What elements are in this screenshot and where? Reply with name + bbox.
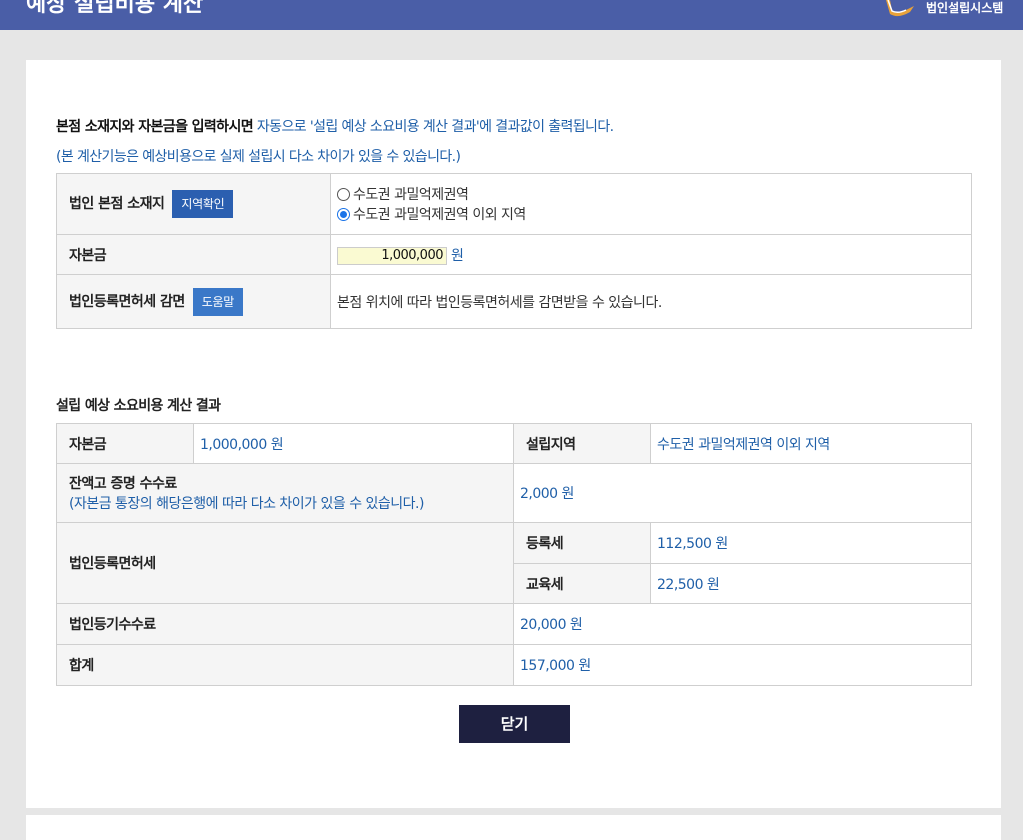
result-region-value: 수도권 과밀억제권역 이외 지역 xyxy=(650,423,972,464)
help-button[interactable]: 도움말 xyxy=(192,287,244,316)
page-title: 예상 설립비용 계산 xyxy=(26,0,204,17)
registry-fee-label: 법인등기수수료 xyxy=(56,603,514,645)
intro-bold: 본점 소재지와 자본금을 입력하시면 xyxy=(56,119,254,135)
region-check-button[interactable]: 지역확인 xyxy=(172,190,234,218)
close-button[interactable]: 닫기 xyxy=(459,705,570,743)
input-form-table: 법인 본점 소재지 지역확인 수도권 과밀억제권역 수도권 과밀억제권역 이외 지… xyxy=(56,173,972,329)
result-region-label: 설립지역 xyxy=(513,423,651,464)
result-table: 자본금 1,000,000 원 설립지역 수도권 과밀억제권역 이외 지역 잔액… xyxy=(56,423,972,686)
registration-tax-value: 112,500 원 xyxy=(650,522,972,564)
radio-option-metro[interactable]: 수도권 과밀억제권역 xyxy=(337,184,971,204)
intro-text: 본점 소재지와 자본금을 입력하시면 자동으로 '설립 예상 소요비용 계산 결… xyxy=(56,116,614,138)
education-tax-value: 22,500 원 xyxy=(650,563,972,604)
result-capital-value: 1,000,000 원 xyxy=(193,423,514,464)
result-section-title: 설립 예상 소요비용 계산 결과 xyxy=(56,398,221,414)
tax-reduction-label-cell: 법인등록면허세 감면 도움말 xyxy=(56,274,331,329)
radio-non-metro-label: 수도권 과밀억제권역 이외 지역 xyxy=(353,207,526,223)
location-label: 법인 본점 소재지 xyxy=(69,196,165,212)
result-capital-label: 자본금 xyxy=(56,423,194,464)
capital-input-cell: 1,000,000 원 xyxy=(330,234,972,275)
capital-input[interactable]: 1,000,000 xyxy=(337,246,447,265)
intro-blue: 자동으로 '설립 예상 소요비용 계산 결과'에 결과값이 출력됩니다. xyxy=(253,119,614,135)
page-header: 예상 설립비용 계산 법인설립시스템 xyxy=(0,0,1023,30)
pen-nib-logo-icon xyxy=(884,0,916,17)
total-label: 합계 xyxy=(56,644,514,686)
location-label-cell: 법인 본점 소재지 지역확인 xyxy=(56,173,331,235)
intro-note: (본 계산기능은 예상비용으로 실제 설립시 다소 차이가 있을 수 있습니다.… xyxy=(56,149,461,165)
license-tax-label: 법인등록면허세 xyxy=(56,522,514,604)
radio-option-non-metro[interactable]: 수도권 과밀억제권역 이외 지역 xyxy=(337,204,971,224)
balance-cert-label-cell: 잔액고 증명 수수료 (자본금 통장의 해당은행에 따라 다소 차이가 있을 수… xyxy=(56,463,514,523)
balance-cert-note: (자본금 통장의 해당은행에 따라 다소 차이가 있을 수 있습니다.) xyxy=(69,496,424,512)
registration-tax-label: 등록세 xyxy=(513,522,651,564)
balance-cert-value: 2,000 원 xyxy=(513,463,972,523)
radio-non-metro[interactable] xyxy=(337,207,350,221)
brand-name: 법인설립시스템 xyxy=(926,1,1004,15)
registry-fee-value: 20,000 원 xyxy=(513,603,972,645)
education-tax-label: 교육세 xyxy=(513,563,651,604)
radio-metro[interactable] xyxy=(337,187,350,201)
capital-label: 자본금 xyxy=(56,234,331,275)
capital-unit: 원 xyxy=(451,247,464,264)
calculator-panel: 본점 소재지와 자본금을 입력하시면 자동으로 '설립 예상 소요비용 계산 결… xyxy=(26,60,1001,808)
radio-metro-label: 수도권 과밀억제권역 xyxy=(353,187,469,203)
tax-reduction-text: 본점 위치에 따라 법인등록면허세를 감면받을 수 있습니다. xyxy=(330,274,972,329)
total-value: 157,000 원 xyxy=(513,644,972,686)
location-options-cell: 수도권 과밀억제권역 수도권 과밀억제권역 이외 지역 xyxy=(330,173,972,235)
lower-panel xyxy=(26,815,1001,840)
balance-cert-label: 잔액고 증명 수수료 xyxy=(69,476,177,492)
tax-reduction-label: 법인등록면허세 감면 xyxy=(69,293,185,310)
